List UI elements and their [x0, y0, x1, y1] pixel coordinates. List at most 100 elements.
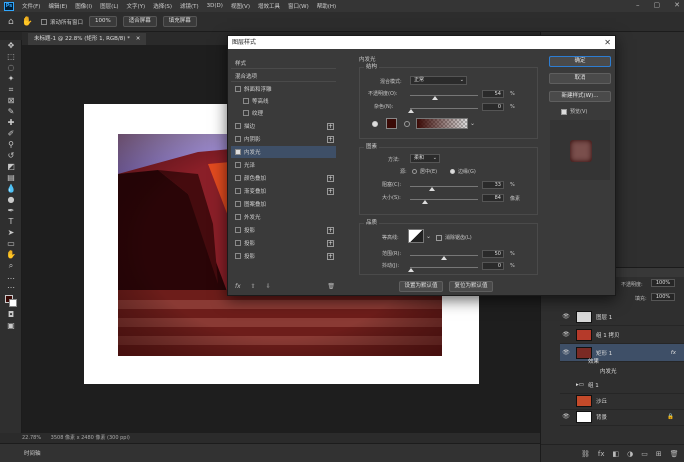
menu-file[interactable]: 文件(F): [18, 2, 44, 10]
gradient-radio[interactable]: [404, 121, 410, 127]
add-style-icon[interactable]: +: [327, 226, 334, 234]
gradient-dropdown-icon[interactable]: ⌄: [470, 120, 475, 127]
zoom-tool-icon[interactable]: ⌕: [0, 260, 22, 271]
range-slider-knob[interactable]: [441, 256, 447, 260]
choke-slider-knob[interactable]: [429, 187, 435, 191]
menu-image[interactable]: 图像(I): [71, 2, 96, 10]
add-style-icon[interactable]: +: [327, 239, 334, 247]
layer-row[interactable]: 👁 背景 🔒: [560, 408, 684, 426]
dodge-tool-icon[interactable]: ●: [0, 194, 22, 205]
layer-effect-row[interactable]: 效果: [560, 356, 684, 366]
opacity-slider[interactable]: [410, 95, 478, 96]
blend-options-item[interactable]: 混合选项: [231, 70, 336, 82]
add-mask-icon[interactable]: ◧: [613, 450, 620, 458]
style-drop-shadow[interactable]: 投影 +: [231, 237, 336, 249]
move-down-icon[interactable]: ⇩: [266, 283, 271, 290]
style-color-overlay[interactable]: 颜色叠加 +: [231, 172, 336, 184]
style-satin[interactable]: 光泽: [231, 159, 336, 171]
stamp-tool-icon[interactable]: ⚲: [0, 139, 22, 150]
fill-screen-button[interactable]: 填充屏幕: [162, 16, 197, 27]
preview-checkbox[interactable]: [561, 109, 567, 115]
delete-effect-icon[interactable]: 🗑: [327, 283, 335, 290]
brush-tool-icon[interactable]: ✐: [0, 128, 22, 139]
checkbox[interactable]: [243, 98, 249, 104]
marquee-tool-icon[interactable]: ⬚: [0, 51, 22, 62]
layer-fx-icon[interactable]: fx: [671, 350, 676, 356]
style-inner-shadow[interactable]: 内阴影 +: [231, 133, 336, 145]
add-style-icon[interactable]: +: [327, 174, 334, 182]
hand-tool-icon[interactable]: ✋: [0, 249, 22, 260]
maximize-icon[interactable]: ▢: [654, 1, 661, 9]
jitter-slider[interactable]: [410, 267, 478, 268]
close-icon[interactable]: ✕: [604, 36, 611, 49]
fit-screen-button[interactable]: 适合屏幕: [122, 16, 157, 27]
menu-window[interactable]: 窗口(W): [284, 2, 313, 10]
checkbox[interactable]: [235, 175, 241, 181]
checkbox-checked[interactable]: [235, 149, 241, 155]
method-select[interactable]: 柔和 ⌄: [410, 154, 440, 163]
new-layer-icon[interactable]: ⊞: [656, 450, 662, 458]
gradient-tool-icon[interactable]: ▤: [0, 172, 22, 183]
minimize-icon[interactable]: –: [636, 1, 640, 9]
size-slider-knob[interactable]: [422, 200, 428, 204]
link-layers-icon[interactable]: ⛓: [581, 450, 590, 458]
antialias-checkbox[interactable]: [436, 235, 442, 241]
jitter-slider-knob[interactable]: [408, 268, 414, 272]
screen-mode-icon[interactable]: ▣: [0, 320, 22, 331]
checkbox[interactable]: [235, 86, 241, 92]
eraser-tool-icon[interactable]: ◩: [0, 161, 22, 172]
visibility-eye-icon[interactable]: 👁: [560, 313, 572, 320]
pen-tool-icon[interactable]: ✒: [0, 205, 22, 216]
frame-tool-icon[interactable]: ⊠: [0, 95, 22, 106]
magic-wand-icon[interactable]: ✦: [0, 73, 22, 84]
choke-input[interactable]: 33: [482, 181, 504, 189]
checkbox[interactable]: [235, 253, 241, 259]
type-tool-icon[interactable]: T: [0, 216, 22, 227]
fx-icon[interactable]: fx: [598, 450, 605, 458]
close-tab-icon[interactable]: ✕: [136, 36, 141, 42]
new-group-icon[interactable]: ▭: [641, 450, 648, 458]
add-style-icon[interactable]: +: [327, 187, 334, 195]
delete-layer-icon[interactable]: 🗑: [670, 450, 679, 458]
layer-row[interactable]: 👁 组 1 拷贝: [560, 326, 684, 344]
menu-type[interactable]: 文字(Y): [123, 2, 150, 10]
checkbox[interactable]: [235, 227, 241, 233]
menu-layer[interactable]: 图层(L): [96, 2, 122, 10]
hand-tool-icon[interactable]: ✋: [22, 17, 33, 27]
style-bevel-emboss[interactable]: 斜面和浮雕: [231, 83, 336, 95]
reset-default-button[interactable]: 复位为默认值: [449, 281, 493, 292]
eyedropper-icon[interactable]: ✎: [0, 106, 22, 117]
timeline-tab[interactable]: 时间轴: [24, 449, 41, 457]
blur-tool-icon[interactable]: 💧: [0, 183, 22, 194]
visibility-eye-icon[interactable]: 👁: [560, 413, 572, 420]
style-drop-shadow[interactable]: 投影 +: [231, 224, 336, 236]
move-up-icon[interactable]: ⇧: [251, 283, 256, 290]
scroll-all-checkbox[interactable]: [40, 18, 47, 25]
checkbox[interactable]: [235, 162, 241, 168]
opacity-slider-knob[interactable]: [432, 96, 438, 100]
style-pattern-overlay[interactable]: 图案叠加: [231, 198, 336, 210]
edit-toolbar-icon[interactable]: ⋯: [0, 282, 22, 293]
menu-filter[interactable]: 滤镜(T): [176, 2, 203, 10]
style-stroke[interactable]: 描边 +: [231, 120, 336, 132]
visibility-eye-icon[interactable]: 👁: [560, 349, 572, 356]
styles-header[interactable]: 样式: [231, 57, 336, 69]
checkbox[interactable]: [235, 123, 241, 129]
color-swatches-icon[interactable]: [0, 293, 22, 309]
status-zoom[interactable]: 22.78%: [22, 435, 41, 441]
checkbox[interactable]: [235, 136, 241, 142]
cancel-button[interactable]: 取消: [549, 73, 611, 84]
style-contour[interactable]: 等高线: [231, 95, 336, 107]
style-texture[interactable]: 纹理: [231, 107, 336, 119]
contour-preview[interactable]: [408, 229, 424, 243]
menu-select[interactable]: 选择(S): [149, 2, 176, 10]
menu-view[interactable]: 视图(V): [227, 2, 254, 10]
move-tool-icon[interactable]: ✥: [0, 40, 22, 51]
opacity-input[interactable]: 54: [482, 90, 504, 98]
history-brush-icon[interactable]: ↺: [0, 150, 22, 161]
gradient-swatch[interactable]: [416, 118, 468, 129]
set-default-button[interactable]: 设置为默认值: [399, 281, 443, 292]
jitter-input[interactable]: 0: [482, 262, 504, 270]
blend-mode-select[interactable]: 正常 ⌄: [410, 76, 467, 85]
fx-menu-icon[interactable]: fx: [235, 283, 241, 290]
